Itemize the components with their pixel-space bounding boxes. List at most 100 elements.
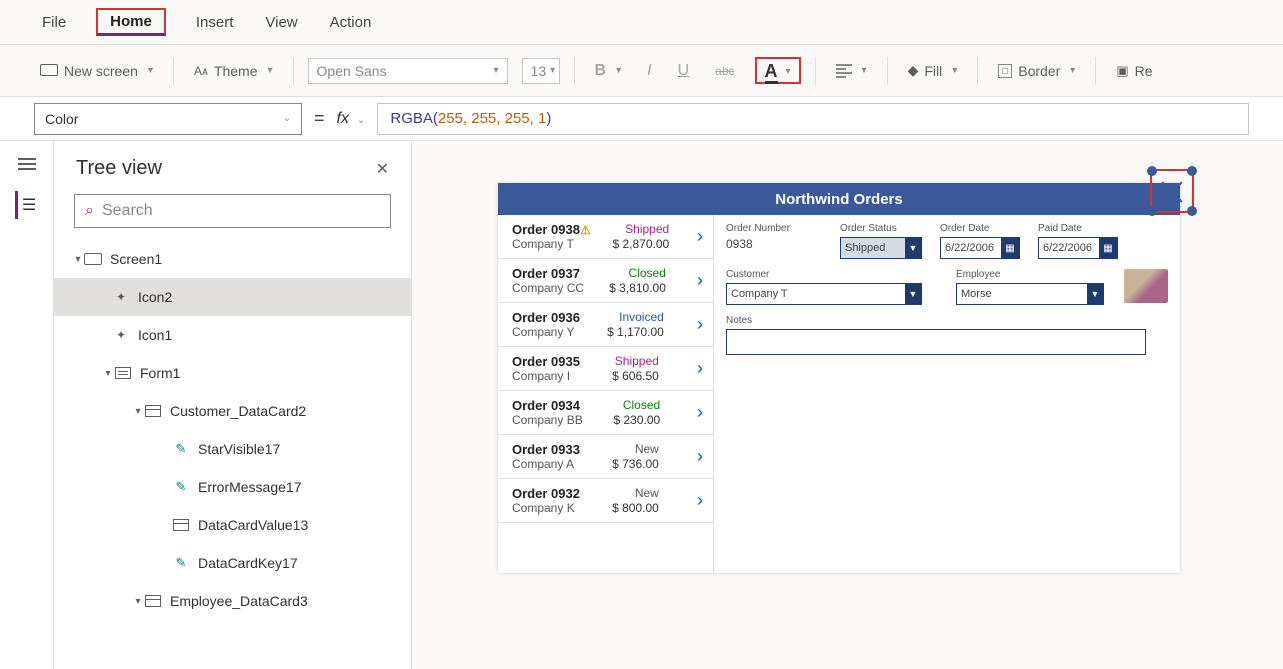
canvas[interactable]: Northwind Orders Order 0938⚠Company TShi… — [412, 141, 1283, 669]
menu-file[interactable]: File — [40, 10, 68, 35]
tree-node-err17[interactable]: ✎ ErrorMessage17 — [54, 468, 411, 506]
theme-button[interactable]: Aᴀ Theme ▾ — [188, 59, 279, 83]
value-order-number: 0938 — [726, 237, 822, 251]
align-left-icon — [836, 62, 852, 80]
order-list-item[interactable]: Order 0936Company YInvoiced$ 1,170.00› — [498, 303, 713, 347]
new-screen-label: New screen — [64, 63, 138, 79]
font-value: Open Sans — [317, 63, 387, 79]
notes-input[interactable] — [726, 329, 1146, 355]
align-button[interactable]: ▾ — [830, 58, 873, 84]
formula-bar: Color ⌄ = fx⌄ RGBA(255, 255, 255, 1) — [0, 97, 1283, 141]
font-color-icon: A — [765, 61, 778, 82]
tree-node-dck17[interactable]: ✎ DataCardKey17 — [54, 544, 411, 582]
underline-icon: U — [678, 62, 690, 80]
italic-button[interactable]: I — [641, 58, 657, 84]
fontsize-select[interactable]: 13 ▾ — [522, 58, 560, 84]
app-title-bar: Northwind Orders — [498, 183, 1180, 215]
treeview-rail-icon[interactable]: ☰ — [15, 191, 39, 219]
node-label: Icon1 — [138, 327, 172, 343]
menu-home[interactable]: Home — [96, 8, 166, 36]
order-status-select[interactable]: Shipped▼ — [840, 237, 922, 259]
order-date-input[interactable]: 6/22/2006▦ — [940, 237, 1020, 259]
chevron-down-icon: ▾ — [148, 65, 153, 76]
property-select[interactable]: Color ⌄ — [34, 103, 302, 135]
close-icon[interactable]: ✕ — [376, 159, 389, 179]
tree-node-icon2[interactable]: ✦ Icon2 — [54, 278, 411, 316]
reorder-icon: ▣ — [1116, 63, 1128, 79]
node-label: Employee_DataCard3 — [170, 593, 308, 609]
reorder-button[interactable]: ▣ Re — [1110, 59, 1158, 83]
fontsize-value: 13 — [531, 63, 547, 79]
tree-node-icon1[interactable]: ✦ Icon1 — [54, 316, 411, 354]
node-label: StarVisible17 — [198, 441, 280, 457]
menu-action[interactable]: Action — [328, 10, 374, 35]
order-list-item[interactable]: Order 0938⚠Company TShipped$ 2,870.00› — [498, 215, 713, 259]
edit-icon: ✎ — [172, 480, 190, 494]
order-list-item[interactable]: Order 0937Company CCClosed$ 3,810.00› — [498, 259, 713, 303]
tree-node-star17[interactable]: ✎ StarVisible17 — [54, 430, 411, 468]
bold-icon: B — [595, 62, 607, 80]
border-button[interactable]: Border ▾ — [992, 59, 1081, 83]
border-icon — [998, 64, 1012, 78]
underline-button[interactable]: U — [672, 58, 696, 84]
selection-handles[interactable] — [1150, 169, 1194, 213]
theme-icon: Aᴀ — [194, 64, 208, 78]
strike-icon: abc — [715, 64, 734, 78]
chevron-right-icon: › — [697, 358, 703, 379]
order-list-item[interactable]: Order 0934Company BBClosed$ 230.00› — [498, 391, 713, 435]
order-list-item[interactable]: Order 0935Company IShipped$ 606.50› — [498, 347, 713, 391]
label-notes: Notes — [726, 315, 1168, 326]
chevron-right-icon: › — [697, 226, 703, 247]
chevron-right-icon: › — [697, 270, 703, 291]
customer-select[interactable]: Company T▼ — [726, 283, 922, 305]
label-order-status: Order Status — [840, 223, 922, 234]
component-icon: ✦ — [112, 328, 130, 342]
dropdown-icon — [172, 518, 190, 532]
label-order-date: Order Date — [940, 223, 1020, 234]
calendar-icon: ▦ — [1001, 238, 1019, 258]
menu-view[interactable]: View — [263, 10, 299, 35]
employee-avatar — [1124, 269, 1168, 303]
search-placeholder: Search — [102, 202, 153, 220]
ribbon: New screen ▾ Aᴀ Theme ▾ Open Sans ▾ 13 ▾… — [0, 45, 1283, 97]
strike-button[interactable]: abc — [709, 60, 740, 82]
component-icon: ✦ — [112, 290, 130, 304]
font-color-button[interactable]: A▾ — [755, 57, 801, 84]
tree-node-employee-card[interactable]: ▾ Employee_DataCard3 — [54, 582, 411, 620]
tree-node-screen1[interactable]: ▾ Screen1 — [54, 240, 411, 278]
calendar-icon: ▦ — [1099, 238, 1117, 258]
menu-insert[interactable]: Insert — [194, 10, 236, 35]
label-employee: Employee — [956, 269, 1106, 280]
node-label: ErrorMessage17 — [198, 479, 302, 495]
paid-date-input[interactable]: 6/22/2006▦ — [1038, 237, 1118, 259]
border-label: Border — [1018, 63, 1060, 79]
property-value: Color — [45, 111, 78, 127]
order-list-item[interactable]: Order 0933Company ANew$ 736.00› — [498, 435, 713, 479]
tree-scroll[interactable]: ▾ Screen1 ✦ Icon2 ✦ Icon1 ▾ Form1 ▾ Cust… — [54, 240, 411, 669]
app-title: Northwind Orders — [775, 191, 903, 208]
new-screen-button[interactable]: New screen ▾ — [34, 59, 159, 83]
orders-list[interactable]: Order 0938⚠Company TShipped$ 2,870.00›Or… — [498, 215, 714, 573]
chevron-right-icon: › — [697, 314, 703, 335]
label-paid-date: Paid Date — [1038, 223, 1118, 234]
formula-input[interactable]: RGBA(255, 255, 255, 1) — [377, 103, 1249, 135]
tree-panel: Tree view ✕ ⌕ Search ▾ Screen1 ✦ Icon2 ✦… — [54, 141, 412, 669]
hamburger-icon[interactable] — [18, 155, 36, 173]
formula-fn: RGBA — [390, 110, 433, 127]
bold-button[interactable]: B▾ — [589, 58, 628, 84]
fill-button[interactable]: ◆ Fill ▾ — [902, 58, 964, 83]
tree-node-form1[interactable]: ▾ Form1 — [54, 354, 411, 392]
label-customer: Customer — [726, 269, 924, 280]
theme-label: Theme — [214, 63, 258, 79]
font-select[interactable]: Open Sans ▾ — [308, 58, 508, 84]
tree-node-customer-card[interactable]: ▾ Customer_DataCard2 — [54, 392, 411, 430]
italic-icon: I — [647, 62, 651, 80]
edit-icon: ✎ — [172, 556, 190, 570]
node-label: DataCardValue13 — [198, 517, 308, 533]
tree-search-input[interactable]: ⌕ Search — [74, 194, 391, 228]
fx-button[interactable]: fx⌄ — [337, 110, 366, 128]
tree-node-dcv13[interactable]: DataCardValue13 — [54, 506, 411, 544]
employee-select[interactable]: Morse▼ — [956, 283, 1104, 305]
reorder-label: Re — [1135, 63, 1153, 79]
order-list-item[interactable]: Order 0932Company KNew$ 800.00› — [498, 479, 713, 523]
